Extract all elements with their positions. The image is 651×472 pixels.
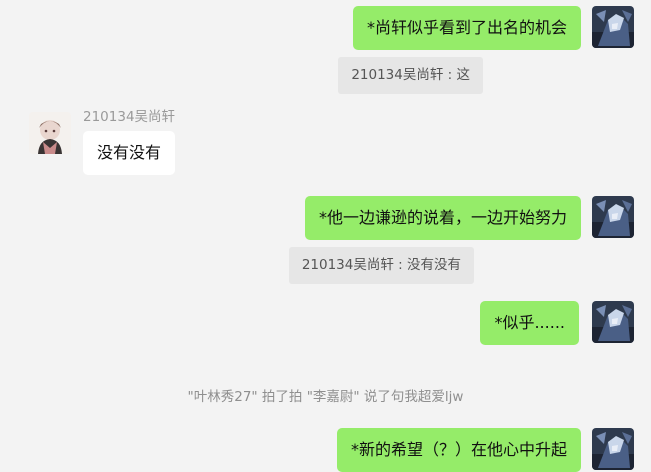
my-message-bubble[interactable]: *似乎...... (480, 301, 579, 345)
sender-name: 210134吴尚轩 (83, 109, 176, 125)
quoted-message[interactable]: 210134吴尚轩 : 这 (338, 57, 483, 94)
my-avatar-icon[interactable] (592, 428, 634, 470)
quoted-message[interactable]: 210134吴尚轩 : 没有没有 (288, 247, 474, 284)
pat-system-notification: "叶林秀27" 拍了拍 "李嘉尉" 说了句我超爱ljw (187, 389, 464, 405)
my-avatar-icon[interactable] (592, 6, 634, 48)
my-message-bubble[interactable]: *尚轩似乎看到了出名的机会 (352, 6, 581, 50)
other-message-bubble[interactable]: 没有没有 (83, 131, 176, 175)
my-message-bubble[interactable]: *他一边谦逊的说着，一边开始努力 (304, 196, 581, 240)
my-avatar-icon[interactable] (592, 301, 634, 343)
chat-message-list: *尚轩似乎看到了出名的机会 210134吴尚轩 : 这 210134吴尚轩 没有… (0, 0, 651, 472)
my-avatar-icon[interactable] (592, 196, 634, 238)
my-message-bubble[interactable]: *新的希望（？）在他心中升起 (336, 428, 581, 472)
other-avatar-icon[interactable] (29, 112, 71, 154)
